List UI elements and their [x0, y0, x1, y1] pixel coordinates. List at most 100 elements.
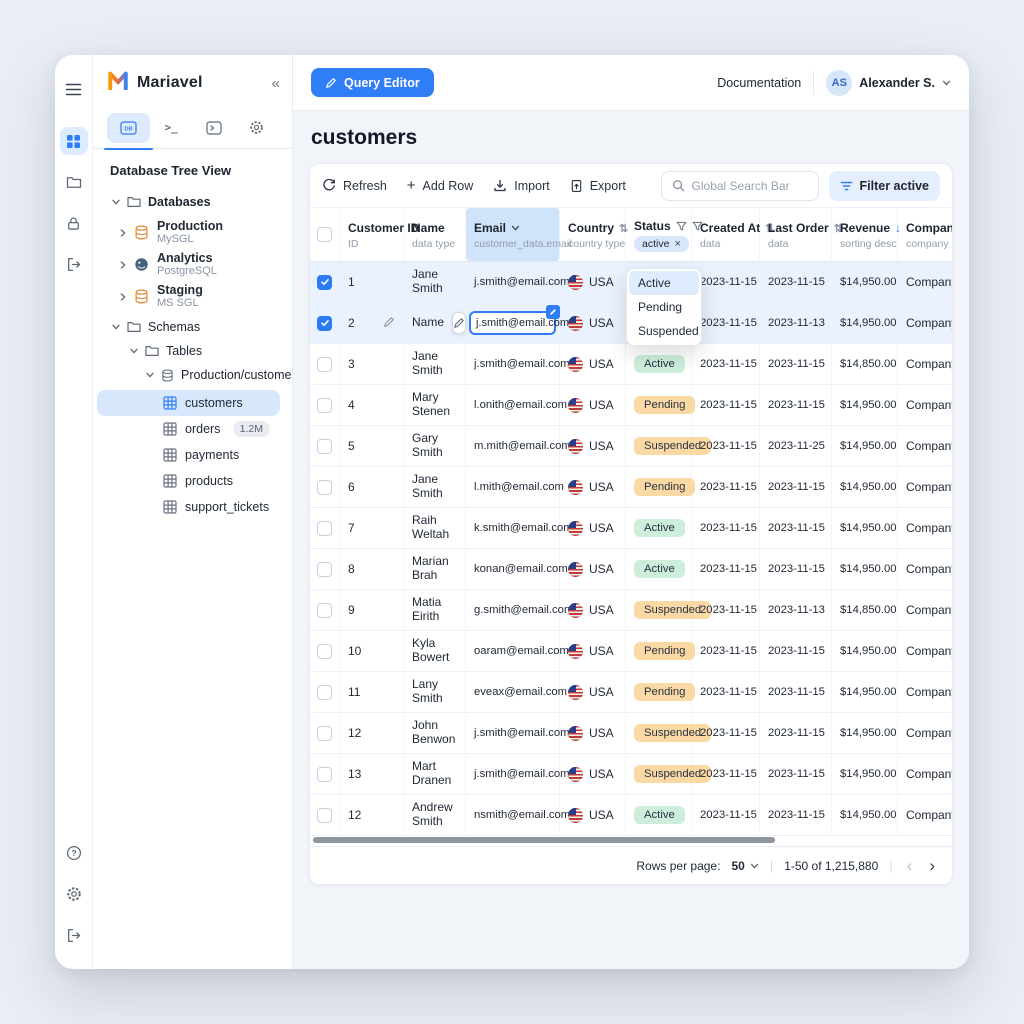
sidebar-collapse-button[interactable]: « — [272, 75, 280, 92]
row-checkbox[interactable] — [317, 398, 332, 413]
global-search[interactable] — [661, 171, 819, 201]
scrollbar-thumb[interactable] — [313, 837, 775, 843]
cell-name: Mary Stenen — [404, 385, 466, 425]
cell-last-order: 2023-11-15 — [760, 754, 832, 794]
column-header-status[interactable]: Status active× — [626, 208, 692, 261]
sidebar-table-item-support_tickets[interactable]: support_tickets — [97, 494, 280, 520]
row-count-badge: 1.2M — [233, 421, 270, 437]
tab-settings[interactable] — [235, 113, 278, 143]
row-checkbox[interactable] — [317, 685, 332, 700]
logout-icon[interactable] — [60, 250, 88, 278]
row-checkbox[interactable] — [317, 480, 332, 495]
select-all-checkbox[interactable] — [317, 227, 332, 242]
apps-grid-icon[interactable] — [60, 127, 88, 155]
sidebar-table-item-payments[interactable]: payments — [97, 442, 280, 468]
settings-gear-icon[interactable] — [60, 880, 88, 908]
connection-item[interactable]: AnalyticsPostgreSQL — [93, 251, 284, 278]
rows-per-page-select[interactable]: 50 — [731, 859, 758, 873]
sidebar-table-item-products[interactable]: products — [97, 468, 280, 494]
status-badge[interactable]: Active — [634, 806, 685, 824]
row-checkbox[interactable] — [317, 275, 332, 290]
connection-item[interactable]: StagingMS SGL — [93, 283, 284, 310]
status-badge[interactable]: Pending — [634, 683, 695, 701]
row-checkbox[interactable] — [317, 521, 332, 536]
status-badge[interactable]: Active — [634, 355, 685, 373]
help-icon[interactable]: ? — [60, 839, 88, 867]
export-button[interactable]: Export — [570, 179, 626, 193]
lock-icon[interactable] — [60, 209, 88, 237]
brand-logo-icon — [107, 71, 129, 95]
row-checkbox[interactable] — [317, 603, 332, 618]
prev-page-button[interactable]: ‹ — [904, 857, 916, 874]
row-checkbox[interactable] — [317, 767, 332, 782]
refresh-button[interactable]: Refresh — [322, 179, 387, 193]
tree-node-tables[interactable]: Tables — [93, 339, 284, 363]
row-checkbox[interactable] — [317, 726, 332, 741]
tab-database[interactable]: DB — [107, 113, 150, 143]
row-checkbox[interactable] — [317, 357, 332, 372]
menu-icon[interactable] — [60, 75, 88, 103]
tree-node-databases[interactable]: Databases — [93, 190, 284, 214]
documentation-link[interactable]: Documentation — [717, 76, 801, 90]
status-dropdown: ActivePendingSuspended — [626, 268, 702, 346]
column-header-id[interactable]: Customer ID ID — [340, 208, 404, 261]
row-checkbox[interactable] — [317, 439, 332, 454]
user-menu[interactable]: AS Alexander S. — [826, 70, 951, 96]
folder-icon — [145, 345, 159, 357]
tree-title: Database Tree View — [110, 163, 284, 178]
status-badge[interactable]: Pending — [634, 396, 695, 414]
column-header-last_order[interactable]: Last Order ⇅data — [760, 208, 832, 261]
edit-name-button[interactable] — [452, 312, 466, 334]
row-checkbox[interactable] — [317, 316, 332, 331]
import-button[interactable]: Import — [493, 179, 549, 193]
add-row-button[interactable]: + Add Row — [407, 178, 474, 193]
row-checkbox[interactable] — [317, 644, 332, 659]
status-badge[interactable]: Active — [634, 560, 685, 578]
column-header-name[interactable]: Name data type — [404, 208, 466, 261]
table-row: 8Marian Brahkonan@email.comUSAActive2023… — [310, 549, 952, 590]
usa-flag-icon — [568, 603, 583, 618]
column-header-revenue[interactable]: Revenue ↓sorting desc — [832, 208, 898, 261]
cell-id: 11 — [340, 672, 404, 712]
tree-node-schema-path[interactable]: Production/customer_data — [93, 363, 284, 387]
query-editor-button[interactable]: Query Editor — [311, 68, 434, 97]
edit-pencil-icon[interactable] — [383, 316, 395, 331]
status-option-active[interactable]: Active — [629, 271, 699, 295]
active-filter-chip[interactable]: active× — [634, 236, 689, 252]
next-page-button[interactable]: › — [926, 857, 938, 874]
signout-icon[interactable] — [60, 921, 88, 949]
status-badge[interactable]: Active — [634, 519, 685, 537]
tab-terminal[interactable]: >_ — [150, 113, 193, 143]
column-header-created[interactable]: Created At ⇅data — [692, 208, 760, 261]
brand-name: Mariavel — [137, 74, 203, 92]
folder-icon[interactable] — [60, 168, 88, 196]
connection-item[interactable]: ProductionMySGL — [93, 219, 284, 246]
cell-name: Raih Weltah — [404, 508, 466, 548]
status-option-suspended[interactable]: Suspended — [629, 319, 699, 343]
column-header-country[interactable]: Country ⇅country type — [560, 208, 626, 261]
status-badge[interactable]: Pending — [634, 642, 695, 660]
email-edit-field[interactable]: j.smith@email.com — [469, 311, 556, 335]
sidebar-table-item-orders[interactable]: orders1.2M — [97, 416, 280, 442]
row-checkbox[interactable] — [317, 808, 332, 823]
icon-rail: ? — [55, 55, 93, 969]
table-grid-icon — [163, 422, 177, 436]
column-header-company[interactable]: Company company — [898, 208, 952, 261]
sidebar-table-item-customers[interactable]: customers — [97, 390, 280, 416]
usa-flag-icon — [568, 726, 583, 741]
filter-active-button[interactable]: Filter active — [829, 171, 940, 201]
status-option-pending[interactable]: Pending — [629, 295, 699, 319]
cell-email: konan@email.com — [466, 549, 560, 589]
cell-last-order: 2023-11-15 — [760, 672, 832, 712]
tree-node-schemas[interactable]: Schemas — [93, 315, 284, 339]
cell-email: j.smith@email.com — [466, 303, 560, 343]
tab-console[interactable] — [193, 113, 236, 143]
row-checkbox[interactable] — [317, 562, 332, 577]
cell-id: 12 — [340, 795, 404, 835]
search-input[interactable] — [692, 179, 808, 193]
column-header-email[interactable]: Email customer_data.email — [466, 208, 560, 261]
usa-flag-icon — [568, 357, 583, 372]
cell-company: Company — [898, 549, 952, 589]
cell-company: Company — [898, 467, 952, 507]
status-badge[interactable]: Pending — [634, 478, 695, 496]
